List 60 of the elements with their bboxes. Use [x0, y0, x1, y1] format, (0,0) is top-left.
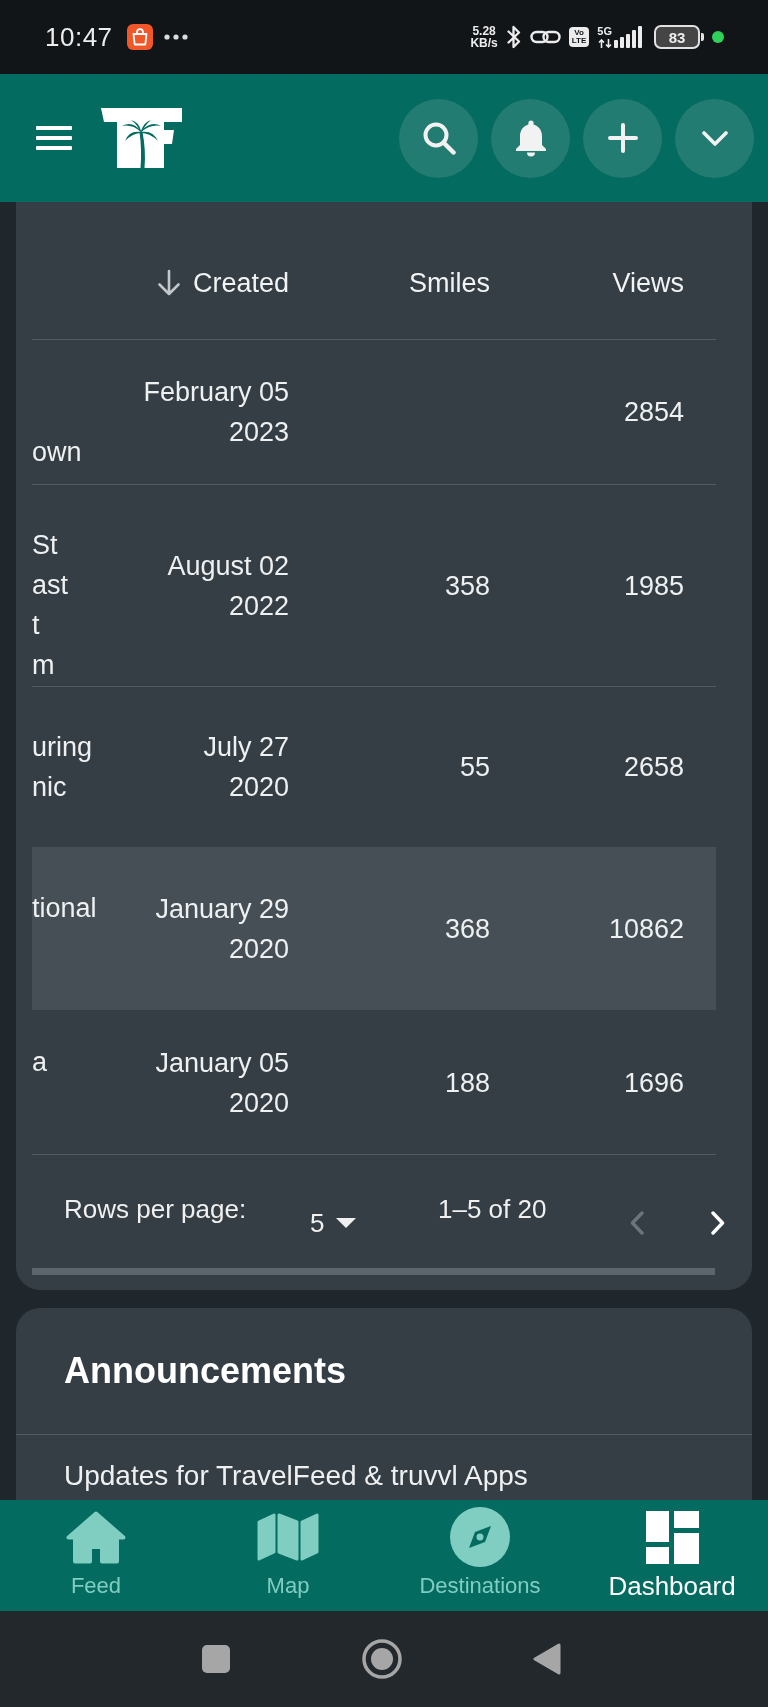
created-date: August 02 2022: [167, 549, 289, 623]
created-date: February 05 2023: [143, 376, 289, 449]
link-icon: [529, 29, 561, 45]
home-icon[interactable]: [362, 1639, 402, 1679]
horizontal-scrollbar[interactable]: [32, 1268, 715, 1275]
bell-icon: [514, 119, 547, 157]
title-fragment: St ast t m: [32, 529, 69, 682]
rows-per-page-label: Rows per page:: [64, 1193, 247, 1226]
views-count: 1985: [623, 569, 684, 603]
chevron-down-icon: [701, 130, 728, 146]
smiles-count: 55: [459, 751, 490, 784]
battery-indicator: 83: [654, 25, 704, 49]
menu-icon[interactable]: [36, 126, 72, 150]
data-arrows-icon: [597, 39, 612, 48]
chevron-left-icon: [630, 1211, 644, 1235]
shopping-bag-icon: [126, 24, 153, 50]
title-fragment: own: [32, 436, 82, 469]
announcements-heading: Announcements: [64, 1349, 347, 1393]
views-count: 2658: [623, 751, 684, 784]
caret-icon: [336, 1218, 357, 1228]
signal-icon: [614, 26, 642, 48]
smiles-count: 368: [444, 913, 490, 946]
smiles-count: 188: [444, 1066, 490, 1100]
column-header[interactable]: Views: [612, 262, 684, 303]
search-icon: [421, 121, 456, 155]
more-dots-icon: [163, 34, 188, 40]
network-speed: 5.28 KB/s: [470, 25, 498, 49]
views-count: 2854: [623, 396, 684, 429]
table-row[interactable]: own February 05 2023 2854: [32, 339, 716, 484]
rows-per-page-select[interactable]: 5: [310, 1205, 357, 1241]
title-fragment: a: [32, 1046, 48, 1079]
map-icon: [257, 1513, 319, 1561]
column-header[interactable]: Smiles: [409, 262, 490, 303]
square-icon[interactable]: [202, 1645, 230, 1673]
title-fragment: uring nic: [32, 731, 93, 804]
dot-icon: [712, 31, 724, 43]
bluetooth-icon: [505, 23, 522, 51]
views-count: 1696: [623, 1066, 684, 1100]
table-row[interactable]: tional January 29 2020 368 10862: [32, 847, 716, 1010]
views-count: 10862: [608, 913, 684, 946]
created-date: January 29 2020: [155, 893, 289, 966]
page-range: 1–5 of 20: [438, 1193, 547, 1226]
dashboard-icon: [645, 1510, 699, 1564]
column-header[interactable]: Created: [192, 262, 289, 303]
created-date: January 05 2020: [155, 1046, 289, 1120]
network-type: 5G: [597, 26, 612, 37]
announcement-link[interactable]: Updates for TravelFeed & truvvl Apps: [64, 1458, 528, 1494]
title-fragment: tional: [32, 892, 97, 925]
nav-tab[interactable]: Dashboard: [576, 1500, 768, 1611]
created-date: July 27 2020: [203, 731, 289, 804]
plus-icon: [607, 123, 638, 153]
palm-tree-logo[interactable]: [101, 108, 182, 168]
house-icon: [66, 1510, 126, 1564]
compass-icon: [450, 1507, 510, 1567]
back-icon[interactable]: [533, 1643, 561, 1675]
smiles-count: 358: [444, 569, 490, 603]
table-row[interactable]: St ast t m August 02 2022 358 1985: [32, 484, 716, 686]
chevron-right-icon: [711, 1211, 725, 1235]
status-time: 10:47: [45, 22, 113, 52]
volte-badge: Vo LTE: [568, 27, 590, 47]
